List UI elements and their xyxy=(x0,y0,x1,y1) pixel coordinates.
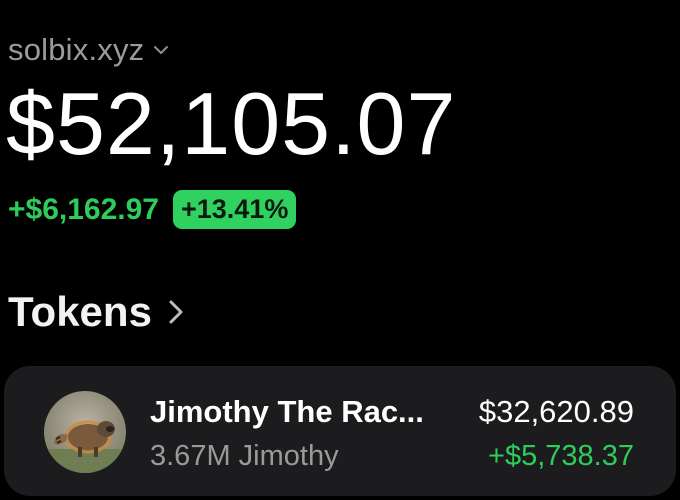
token-amount: 3.67M Jimothy xyxy=(150,440,339,472)
token-change: +$5,738.37 xyxy=(488,440,634,472)
change-amount: +$6,162.97 xyxy=(8,192,159,226)
chevron-right-icon xyxy=(169,300,183,324)
chevron-down-icon xyxy=(154,46,169,54)
token-row[interactable]: Jimothy The Rac... 3.67M Jimothy $32,620… xyxy=(4,366,676,496)
token-value: $32,620.89 xyxy=(478,394,634,429)
raccoon-avatar-icon xyxy=(44,391,126,473)
token-name: Jimothy The Rac... xyxy=(150,394,424,429)
tokens-section-header[interactable]: Tokens xyxy=(8,288,186,336)
portfolio-balance: $52,105.07 xyxy=(6,74,457,173)
wallet-screen: solbix.xyz $52,105.07 +$6,162.97 +13.41%… xyxy=(0,0,680,500)
portfolio-change: +$6,162.97 +13.41% xyxy=(8,190,297,229)
change-percent-badge: +13.41% xyxy=(172,190,297,229)
account-selector[interactable]: solbix.xyz xyxy=(8,32,170,68)
raccoon-image xyxy=(44,420,126,473)
account-name: solbix.xyz xyxy=(8,32,145,67)
tokens-section-title: Tokens xyxy=(8,288,152,335)
